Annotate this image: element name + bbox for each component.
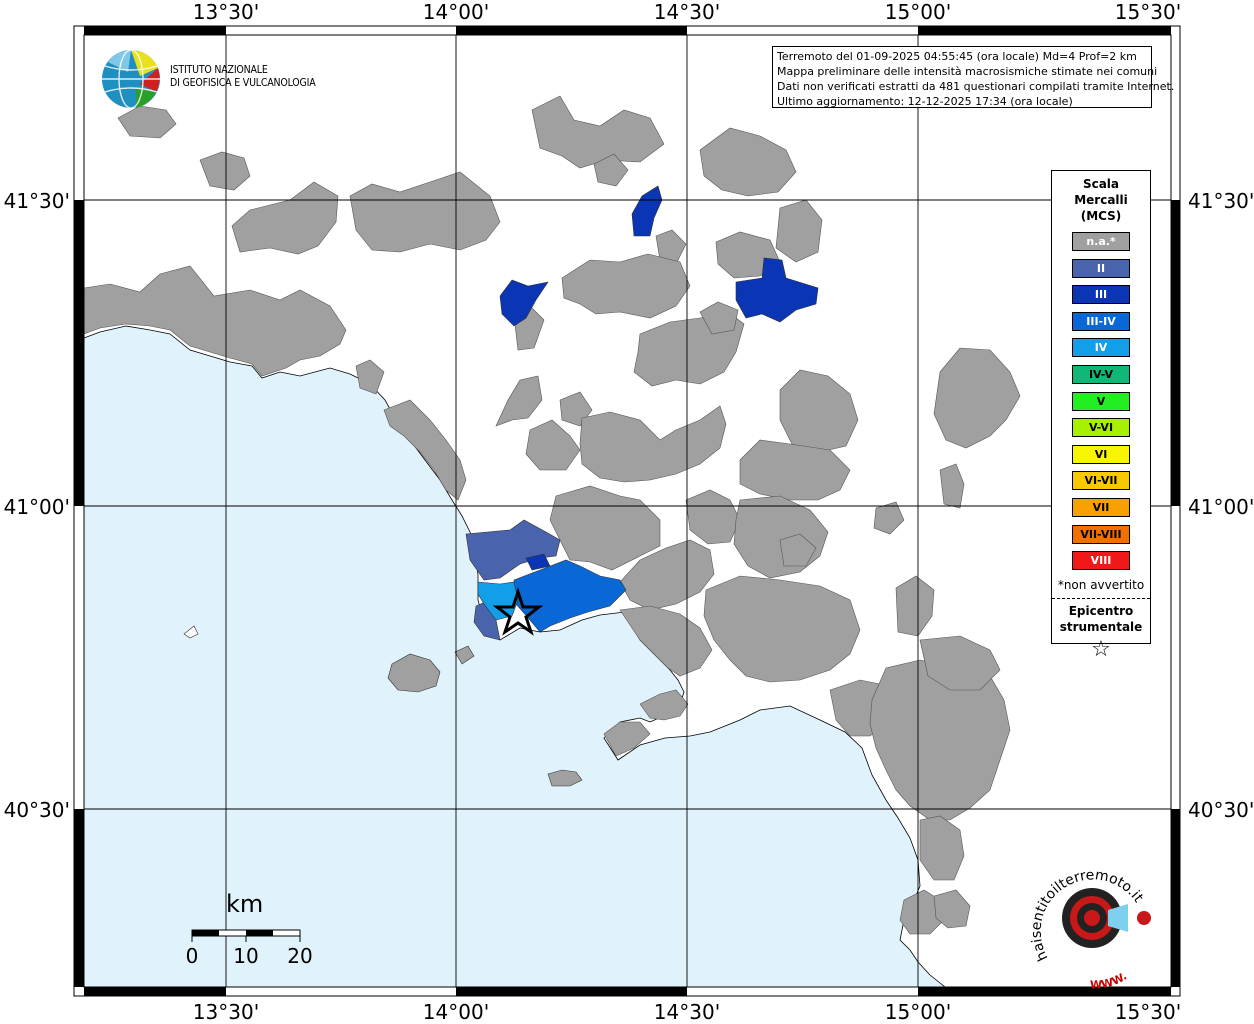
scale-tick-label: 20 [287,944,313,968]
legend-title: Scala Mercalli (MCS) [1052,176,1150,224]
lat-label-left: 40°30' [3,798,70,822]
haisentito-logo-icon: haisentitoilterremoto.it WWW. [1030,867,1151,992]
legend-swatch: V-VI [1072,418,1130,438]
lon-label-bottom: 14°00' [422,1000,490,1024]
legend-swatch: IV [1072,338,1130,358]
legend-epicenter-label: Epicentro strumentale [1052,603,1150,635]
legend-title-line: Mercalli [1074,193,1128,207]
lon-label-bottom: 15°00' [884,1000,952,1024]
legend-swatch: VIII [1072,551,1130,571]
event-info-line: Dati non verificati estratti da 481 ques… [777,80,1175,93]
legend-divider [1052,597,1150,599]
lat-label-right: 41°00' [1188,495,1254,519]
lon-label-top: 14°30' [653,0,721,24]
legend-star-icon: ☆ [1091,636,1111,662]
legend-swatch: III [1072,285,1130,305]
legend-title-line: (MCS) [1080,209,1122,223]
legend-title-line: Scala [1082,177,1120,191]
lon-label-top: 14°00' [422,0,490,24]
legend-swatch: IV-V [1072,364,1130,384]
lat-label-right: 40°30' [1188,798,1254,822]
lon-label-top: 15°30' [1114,0,1182,24]
map-stage: 13°30' 14°00' 14°30' 15°00' 15°30' 13°30… [0,0,1254,1024]
lon-label-top: 13°30' [192,0,260,24]
scale-tick-label: 10 [233,944,259,968]
legend-swatch: II [1072,258,1130,278]
lon-label-bottom: 15°30' [1114,1000,1182,1024]
lat-label-right: 41°30' [1188,189,1254,213]
ingv-name-line: ISTITUTO NAZIONALE [170,64,268,76]
mcs-legend: Scala Mercalli (MCS) n.a.* II III III-IV IV I… [1051,170,1151,662]
lon-label-bottom: 14°30' [653,1000,721,1024]
legend-swatch: n.a.* [1072,232,1130,251]
legend-swatch: VI [1072,444,1130,464]
event-info-line: Ultimo aggiornamento: 12-12-2025 17:34 (… [777,95,1073,108]
lat-label-left: 41°00' [3,495,70,519]
legend-swatch: V [1072,391,1130,411]
lon-label-bottom: 13°30' [192,1000,260,1024]
scale-unit: km [226,890,264,918]
svg-text:WWW.: WWW. [1090,970,1129,992]
legend-swatch: VI-VII [1072,471,1130,491]
ingv-globe-icon [102,49,160,109]
lat-label-left: 41°30' [3,189,70,213]
legend-swatch: III-IV [1072,311,1130,331]
ingv-name-line: DI GEOFISICA E VULCANOLOGIA [170,77,316,89]
event-info-line: Terremoto del 01-09-2025 04:55:45 (ora l… [777,50,1137,63]
legend-swatch: VII-VIII [1072,524,1130,544]
ingv-name: ISTITUTO NAZIONALE DI GEOFISICA E VULCAN… [170,64,316,90]
event-info-line: Mappa preliminare delle intensità macros… [777,65,1158,78]
event-info-box: Terremoto del 01-09-2025 04:55:45 (ora l… [772,46,1175,108]
legend-epicenter-line: strumentale [1059,619,1143,634]
legend-note: *non avvertito [1057,577,1145,592]
legend-swatches: n.a.* II III III-IV IV IV-V V V-VI VI VI-VII VII VI… [1052,232,1150,571]
brand-inner-text: WWW. [1090,970,1129,992]
scale-tick-label: 0 [185,944,199,968]
legend-swatch: VII [1072,497,1130,517]
legend-epicenter-line: Epicentro [1068,603,1134,618]
lon-label-top: 15°00' [884,0,952,24]
